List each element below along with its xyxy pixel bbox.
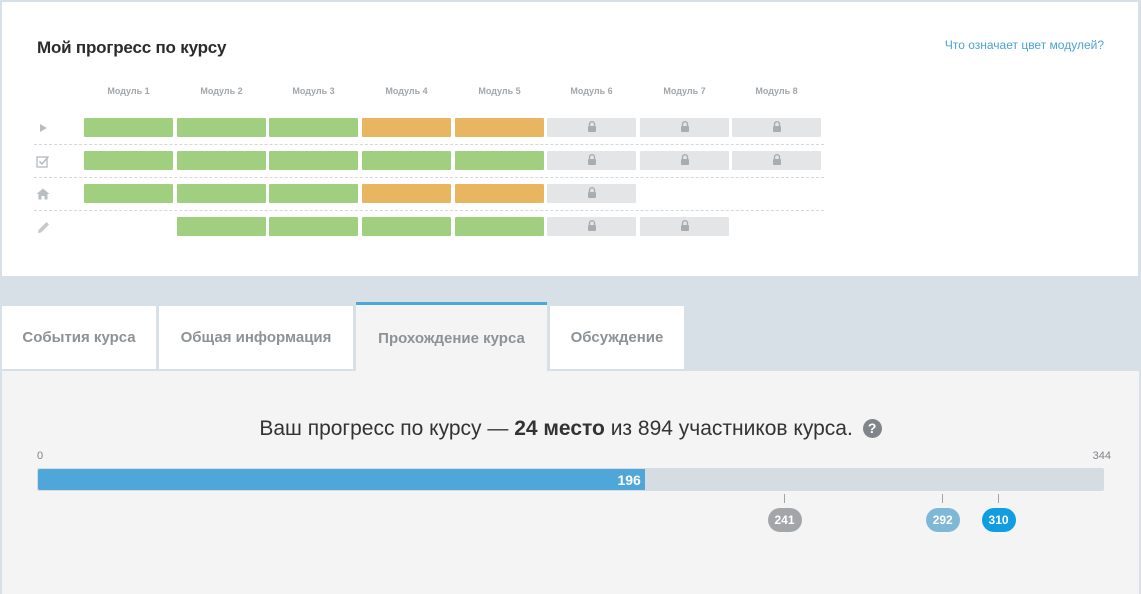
module-cell-locked — [732, 151, 821, 170]
progress-text-before: Ваш прогресс по курсу — — [259, 417, 515, 440]
module-header: Модуль 5 — [478, 86, 521, 96]
progress-text-after: из 894 участников курса. — [604, 417, 853, 440]
tab-label: Прохождение курса — [378, 330, 525, 347]
module-cell[interactable] — [84, 118, 173, 137]
module-cell[interactable] — [84, 151, 173, 170]
lock-icon — [587, 185, 597, 203]
module-cell-locked — [732, 118, 821, 137]
module-cell-locked — [547, 184, 636, 203]
progress-marker[interactable]: 292 — [923, 494, 963, 532]
marker-tick — [998, 494, 1000, 503]
row-separator — [34, 177, 824, 178]
row-separator — [34, 210, 824, 211]
module-cell[interactable] — [455, 118, 544, 137]
lock-icon — [587, 218, 597, 236]
module-cell[interactable] — [269, 118, 358, 137]
lock-icon — [772, 119, 782, 137]
module-cell[interactable] — [455, 217, 544, 236]
progress-marker[interactable]: 310 — [979, 494, 1019, 532]
module-header: Модуль 2 — [200, 86, 243, 96]
module-cell-locked — [547, 217, 636, 236]
module-cell[interactable] — [269, 151, 358, 170]
marker-bubble[interactable]: 241 — [767, 508, 802, 532]
tab-label: События курса — [22, 329, 136, 346]
module-header: Модуль 8 — [755, 86, 798, 96]
lock-icon — [680, 218, 690, 236]
module-cell-locked — [640, 151, 729, 170]
progress-value: 196 — [617, 472, 641, 488]
module-cell-locked — [640, 217, 729, 236]
progress-bar: 196 — [37, 468, 1104, 491]
marker-bubble[interactable]: 292 — [925, 508, 960, 532]
module-cell-locked — [547, 118, 636, 137]
module-cell-locked — [547, 151, 636, 170]
module-header: Модуль 6 — [570, 86, 613, 96]
module-cell[interactable] — [362, 217, 451, 236]
progress-place: 24 место — [514, 417, 605, 440]
module-cell[interactable] — [177, 217, 266, 236]
card-title: Мой прогресс по курсу — [37, 38, 227, 57]
module-cell[interactable] — [84, 184, 173, 203]
module-cell-locked — [640, 118, 729, 137]
lock-icon — [772, 152, 782, 170]
checkbox-icon — [34, 153, 52, 169]
pencil-icon — [34, 219, 52, 235]
module-cell[interactable] — [455, 151, 544, 170]
marker-tick — [942, 494, 944, 503]
module-header: Модуль 4 — [385, 86, 428, 96]
progress-summary: Ваш прогресс по курсу — 24 место из 894 … — [0, 417, 1141, 441]
scale-max: 344 — [1092, 450, 1111, 462]
module-cell[interactable] — [455, 184, 544, 203]
module-cell[interactable] — [177, 151, 266, 170]
home-icon — [34, 186, 52, 202]
scale-min: 0 — [37, 450, 44, 462]
play-icon — [34, 120, 52, 136]
module-cell[interactable] — [269, 217, 358, 236]
progress-bar-fill: 196 — [38, 469, 645, 490]
module-cell[interactable] — [177, 118, 266, 137]
progress-marker[interactable]: 241 — [765, 494, 805, 532]
module-header: Модуль 1 — [107, 86, 150, 96]
module-cell[interactable] — [362, 118, 451, 137]
tab-label: Обсуждение — [570, 329, 664, 346]
module-cell[interactable] — [269, 184, 358, 203]
tab-general-info[interactable]: Общая информация — [159, 306, 353, 369]
module-header: Модуль 3 — [292, 86, 335, 96]
module-header: Модуль 7 — [663, 86, 706, 96]
marker-tick — [784, 494, 786, 503]
lock-icon — [587, 119, 597, 137]
row-separator — [34, 144, 824, 145]
module-colors-help-link[interactable]: Что означает цвет модулей? — [945, 38, 1104, 52]
module-cell[interactable] — [177, 184, 266, 203]
lock-icon — [587, 152, 597, 170]
lock-icon — [680, 119, 690, 137]
module-cell[interactable] — [362, 151, 451, 170]
marker-bubble[interactable]: 310 — [981, 508, 1016, 532]
tab-discussion[interactable]: Обсуждение — [550, 306, 684, 369]
question-icon[interactable]: ? — [862, 419, 882, 438]
tab-course-progress[interactable]: Прохождение курса — [356, 302, 547, 372]
tab-label: Общая информация — [180, 329, 332, 346]
tab-course-events[interactable]: События курса — [2, 306, 156, 369]
lock-icon — [680, 152, 690, 170]
module-cell[interactable] — [362, 184, 451, 203]
